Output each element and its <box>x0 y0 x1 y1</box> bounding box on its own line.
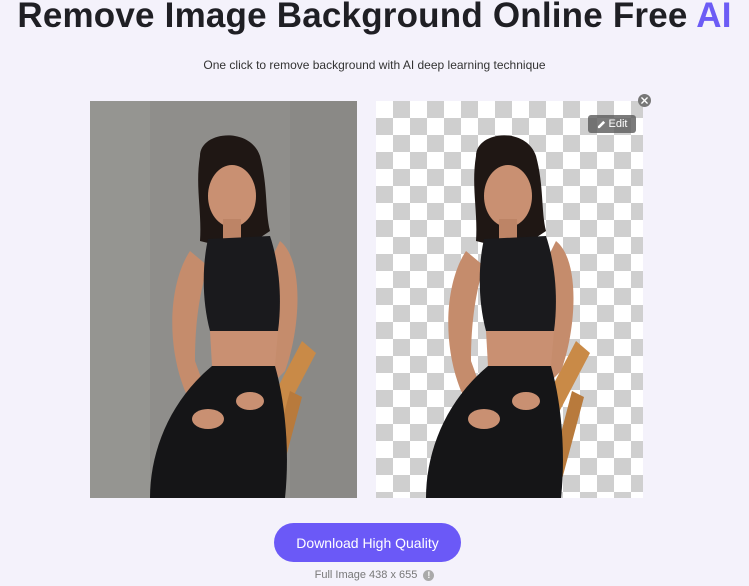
title-main: Remove Image Background Online Free <box>17 0 688 35</box>
cutout-photo <box>426 135 590 498</box>
close-button[interactable] <box>638 94 651 107</box>
original-photo <box>90 101 357 498</box>
page-title: Remove Image Background Online Free AI <box>0 0 749 36</box>
info-icon[interactable]: ! <box>423 569 435 581</box>
page-subtitle: One click to remove background with AI d… <box>203 58 546 72</box>
original-image <box>90 101 357 498</box>
result-image <box>376 101 643 498</box>
title-accent: AI <box>696 0 732 35</box>
full-image-label: Full Image 438 x 655 <box>314 569 418 581</box>
close-icon <box>641 97 648 104</box>
pencil-icon <box>597 120 605 128</box>
edit-label: Edit <box>608 118 628 130</box>
full-image-info: Full Image 438 x 655 ! <box>0 569 749 581</box>
download-button[interactable]: Download High Quality <box>274 523 461 562</box>
edit-button[interactable]: Edit <box>588 115 636 133</box>
